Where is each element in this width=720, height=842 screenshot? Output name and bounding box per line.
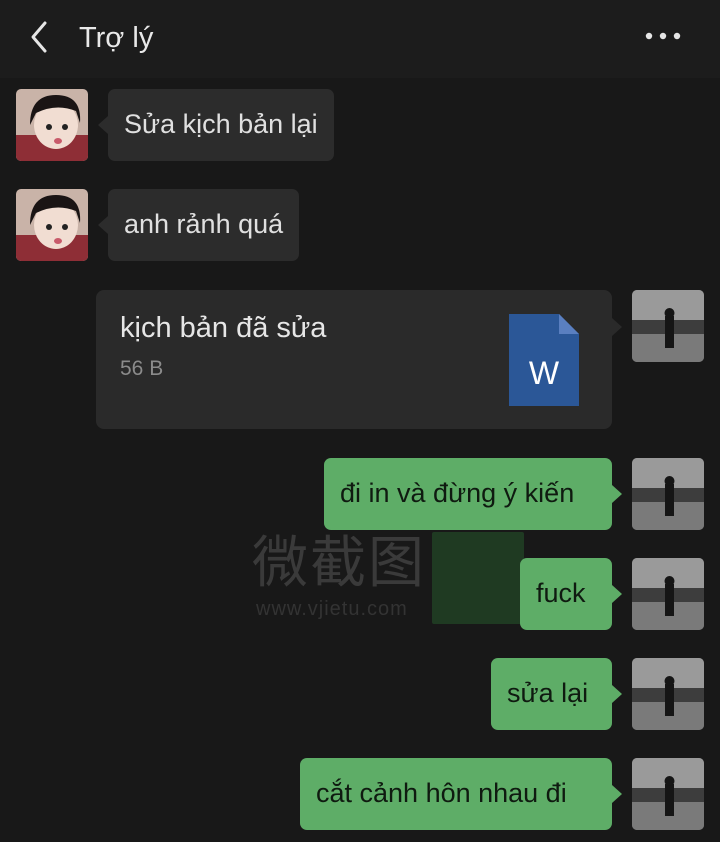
back-arrow-icon[interactable] [26, 20, 56, 54]
contact-avatar[interactable] [16, 189, 88, 261]
watermark-url: www.vjietu.com [256, 598, 408, 620]
message-bubble-outgoing[interactable]: đi in và đừng ý kiến [324, 458, 612, 530]
message-bubble-incoming[interactable]: Sửa kịch bản lại [108, 89, 334, 161]
message-bubble-incoming[interactable]: anh rảnh quá [108, 189, 300, 261]
watermark: 微截图 www.vjietu.com [252, 528, 532, 628]
file-name: kịch bản đã sửa [120, 312, 327, 344]
bubble-tail [612, 585, 622, 603]
message-bubble-outgoing[interactable]: sửa lại [491, 658, 612, 730]
bubble-tail [98, 116, 108, 134]
contact-avatar[interactable] [16, 89, 88, 161]
bubble-tail [98, 216, 108, 234]
self-avatar[interactable] [632, 758, 704, 830]
watermark-logo [432, 532, 524, 624]
self-avatar[interactable] [632, 558, 704, 630]
chat-title: Trợ lý [79, 22, 154, 54]
self-avatar[interactable] [632, 290, 704, 362]
self-avatar[interactable] [632, 658, 704, 730]
bubble-tail [612, 785, 622, 803]
message-bubble-outgoing[interactable]: cắt cảnh hôn nhau đi [300, 758, 612, 830]
file-message[interactable]: kịch bản đã sửa 56 B W [96, 290, 612, 429]
bubble-tail [612, 318, 622, 336]
file-size: 56 B [120, 357, 164, 380]
word-document-icon: W [509, 314, 579, 406]
message-bubble-outgoing[interactable]: fuck [520, 558, 612, 630]
bubble-tail [612, 685, 622, 703]
watermark-text: 微截图 [252, 531, 426, 594]
svg-text:W: W [529, 355, 560, 391]
self-avatar[interactable] [632, 458, 704, 530]
bubble-tail [612, 485, 622, 503]
chat-header: Trợ lý [0, 0, 720, 78]
more-dots-icon[interactable] [640, 22, 686, 50]
